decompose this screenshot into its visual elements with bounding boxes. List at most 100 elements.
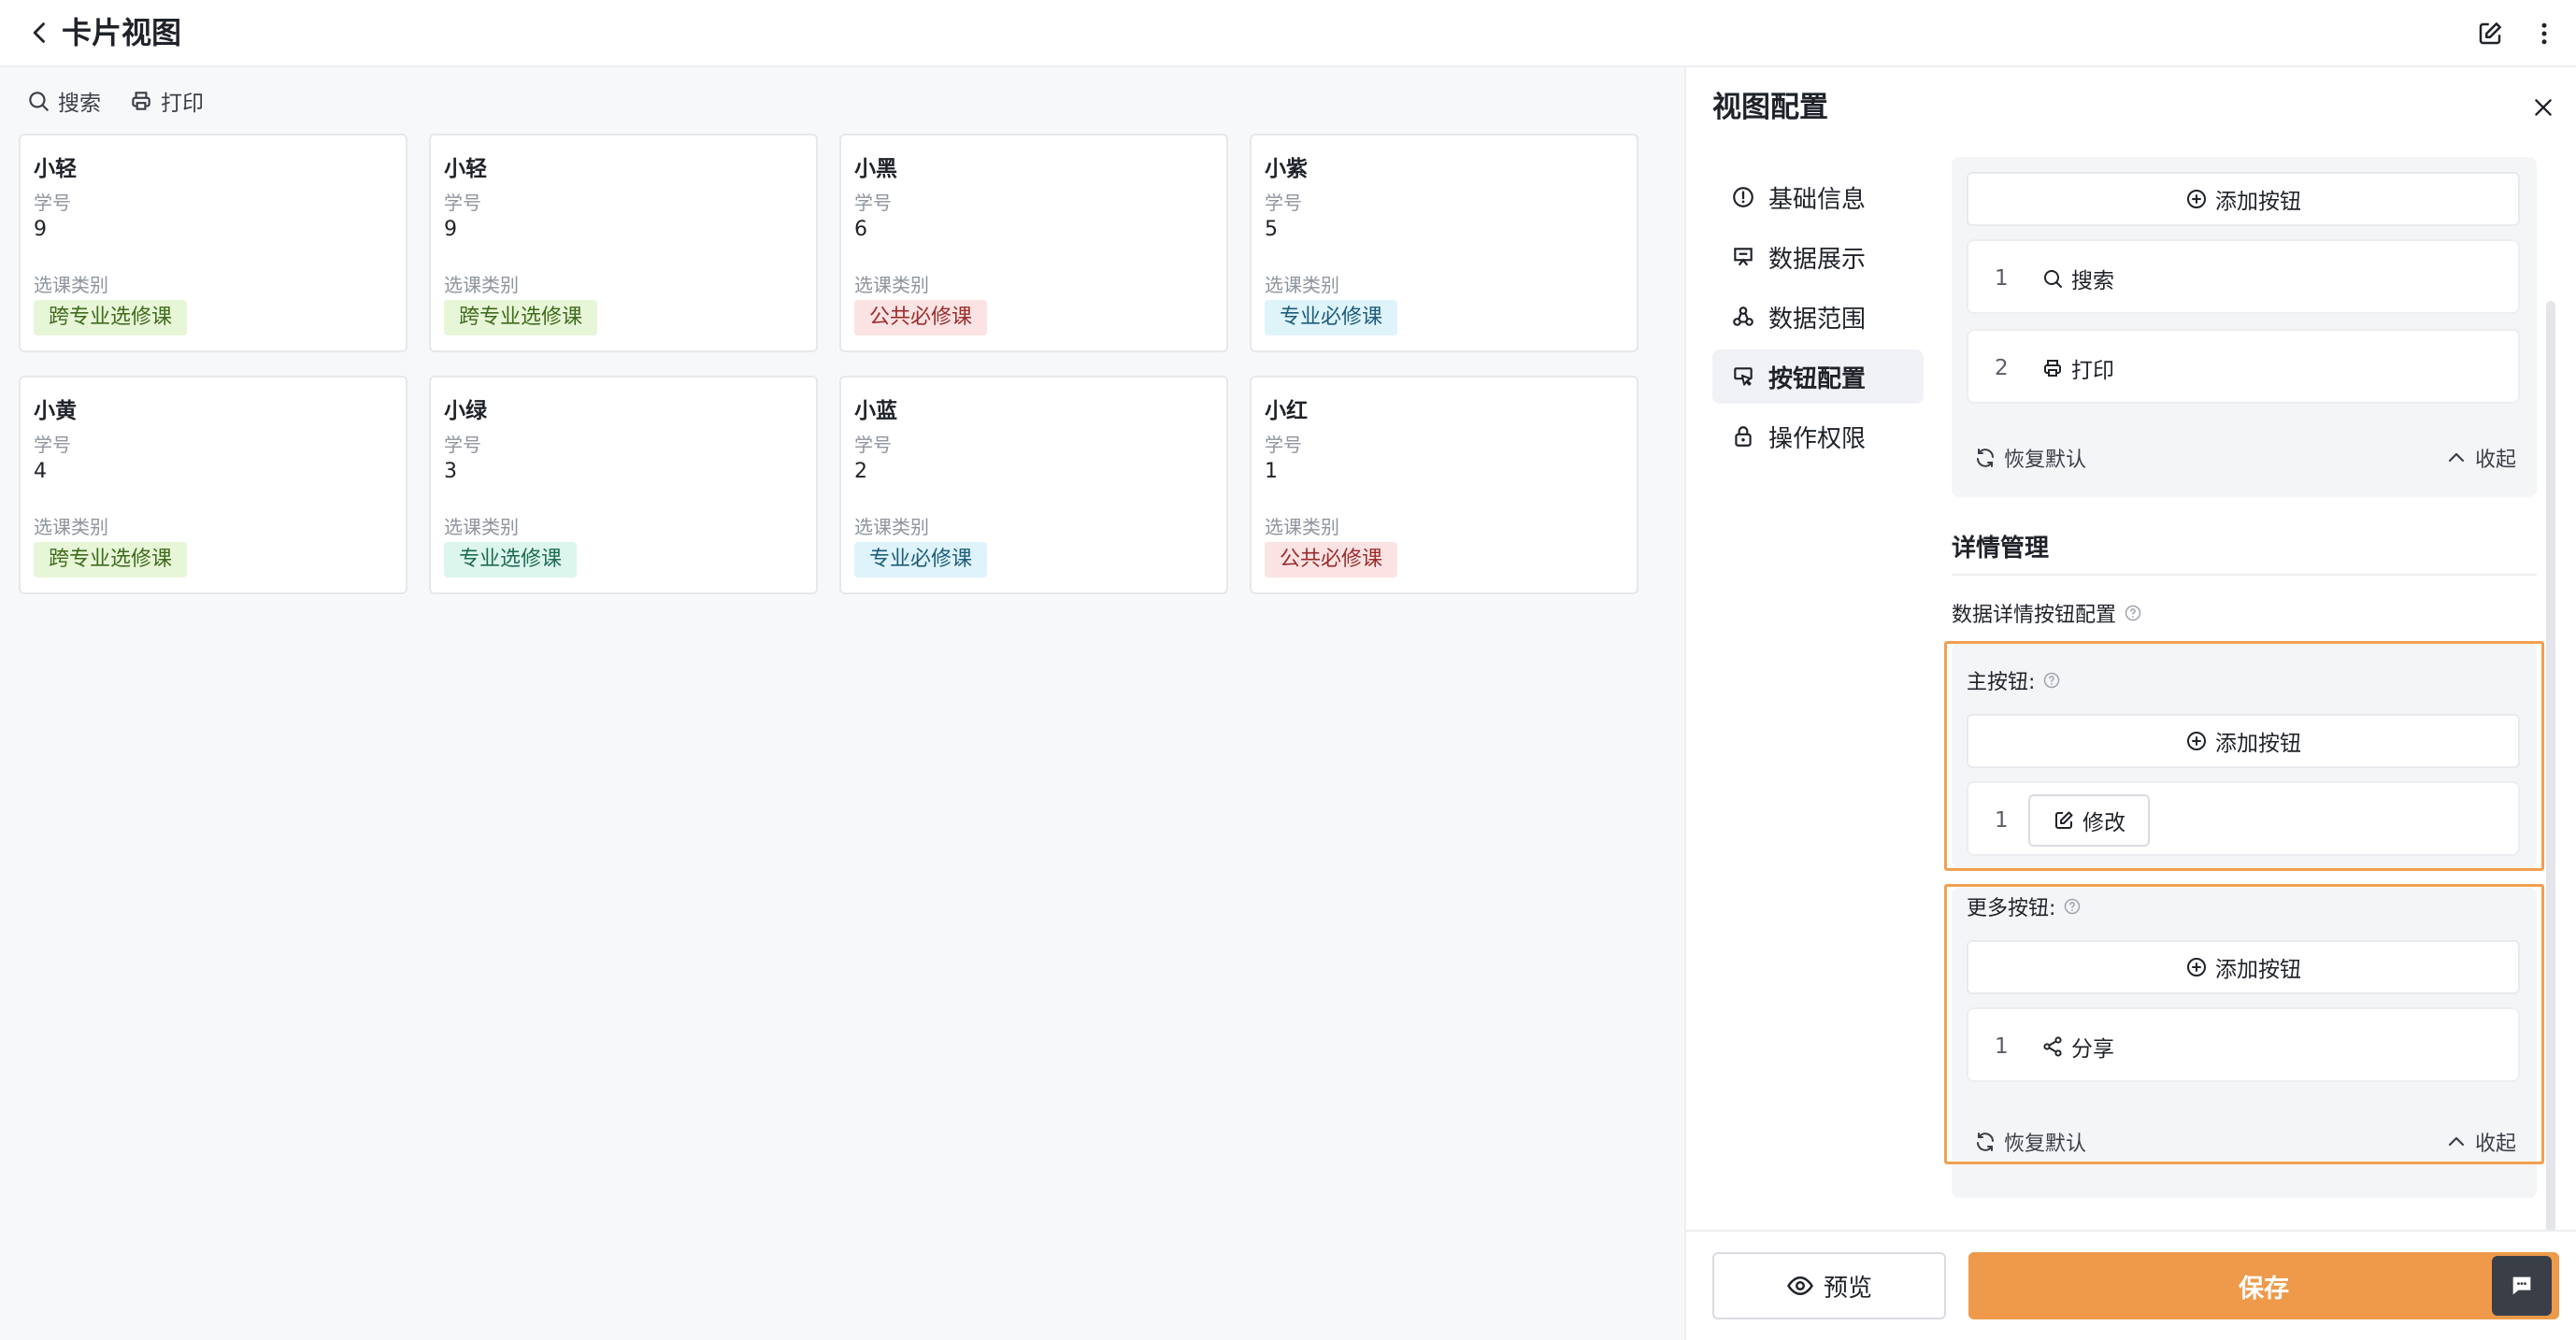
- add-main-button[interactable]: 添加按钮: [1967, 714, 2520, 768]
- course-type-tag: 专业必修课: [854, 542, 988, 577]
- record-card[interactable]: 小蓝 学号 2 选课类别 专业必修课: [839, 376, 1228, 594]
- course-type-tag: 跨专业选修课: [34, 300, 188, 335]
- info-icon: [1733, 187, 1753, 207]
- card-type-label: 选课类别: [854, 274, 929, 296]
- edit-icon[interactable]: [2471, 15, 2509, 52]
- main-button-row[interactable]: 1 修改: [1967, 781, 2520, 856]
- card-id-value: 3: [444, 460, 457, 483]
- print-button[interactable]: 打印: [129, 85, 204, 117]
- detail-section-title: 详情管理: [1952, 535, 2050, 563]
- restore-default-button[interactable]: 恢复默认: [1974, 443, 2086, 473]
- preview-label: 预览: [1823, 1274, 1872, 1303]
- chevron-up-icon: [2448, 452, 2465, 463]
- row-index: 2: [1995, 356, 2009, 380]
- row-label: 修改: [2082, 811, 2125, 835]
- record-card[interactable]: 小轻 学号 9 选课类别 跨专业选修课: [19, 134, 408, 352]
- record-card[interactable]: 小黄 学号 4 选课类别 跨专业选修课: [19, 376, 408, 594]
- page-title: 卡片视图: [62, 15, 182, 50]
- row-index: 1: [1995, 266, 2009, 291]
- collapse-label: 收起: [2475, 449, 2517, 472]
- card-name: 小蓝: [854, 399, 897, 423]
- add-button-label: 添加按钮: [2215, 190, 2301, 214]
- save-label: 保存: [2239, 1274, 2289, 1304]
- course-type-tag: 专业必修课: [1265, 300, 1398, 335]
- lock-icon: [1735, 426, 1752, 447]
- help-icon[interactable]: [2063, 897, 2082, 916]
- edit-icon: [2055, 811, 2073, 829]
- help-icon[interactable]: [2124, 604, 2142, 622]
- section-divider: [1952, 574, 2537, 576]
- card-type-label: 选课类别: [34, 516, 108, 538]
- plus-circle-icon: [2187, 732, 2206, 750]
- restore-default-button[interactable]: 恢复默认: [1974, 1127, 2086, 1157]
- nav-item-permissions[interactable]: 操作权限: [1712, 409, 1924, 463]
- card-name: 小黄: [34, 399, 77, 423]
- panel-scrollbar[interactable]: [2546, 301, 2555, 1273]
- more-vertical-icon[interactable]: [2526, 15, 2563, 52]
- card-name: 小红: [1265, 399, 1308, 423]
- card-name: 小轻: [34, 157, 77, 181]
- card-id-value: 6: [854, 218, 867, 241]
- close-icon[interactable]: [2526, 90, 2561, 125]
- course-type-tag: 公共必修课: [1265, 542, 1398, 577]
- nav-label: 数据范围: [1768, 305, 1867, 334]
- card-id-value: 9: [444, 218, 457, 241]
- plus-circle-icon: [2187, 190, 2206, 208]
- display-icon: [1734, 248, 1753, 266]
- add-more-button[interactable]: 添加按钮: [1967, 940, 2520, 994]
- help-icon[interactable]: [2042, 671, 2061, 690]
- button-row[interactable]: 2 打印: [1967, 329, 2520, 404]
- record-card[interactable]: 小紫 学号 5 选课类别 专业必修课: [1250, 134, 1639, 352]
- chevron-left-icon[interactable]: [26, 19, 54, 47]
- record-card[interactable]: 小红 学号 1 选课类别 公共必修课: [1250, 376, 1639, 594]
- collapse-button[interactable]: 收起: [2445, 443, 2516, 473]
- row-label: 分享: [2071, 1037, 2114, 1062]
- search-button[interactable]: 搜索: [26, 85, 101, 117]
- course-type-tag: 公共必修课: [854, 300, 988, 335]
- preview-button[interactable]: 预览: [1712, 1252, 1946, 1319]
- more-button-row[interactable]: 1 分享: [1967, 1007, 2520, 1082]
- card-id-value: 1: [1265, 460, 1278, 483]
- panel-footer: 预览 保存: [1686, 1230, 2576, 1340]
- card-id-label: 学号: [854, 434, 892, 456]
- record-card[interactable]: 小轻 学号 9 选课类别 跨专业选修课: [429, 134, 818, 352]
- detail-config-label: 数据详情按钮配置: [1952, 598, 2142, 628]
- row-index: 1: [1995, 1034, 2009, 1059]
- add-button[interactable]: 添加按钮: [1967, 172, 2520, 226]
- edit-button-pill[interactable]: 修改: [2028, 794, 2150, 847]
- card-id-value: 2: [854, 460, 867, 483]
- refresh-icon: [1977, 449, 1994, 467]
- nav-item-basic-info[interactable]: 基础信息: [1712, 170, 1924, 224]
- course-type-tag: 跨专业选修课: [444, 300, 598, 335]
- range-icon: [1733, 306, 1753, 326]
- card-id-label: 学号: [444, 192, 481, 214]
- row-label: 打印: [2071, 359, 2114, 383]
- eye-icon: [1787, 1276, 1813, 1296]
- save-button[interactable]: 保存: [1968, 1252, 2559, 1319]
- record-card[interactable]: 小绿 学号 3 选课类别 专业选修课: [429, 376, 818, 594]
- chevron-up-icon: [2448, 1136, 2465, 1147]
- button-row[interactable]: 1 搜索: [1967, 239, 2520, 314]
- button-config-icon: [1734, 367, 1753, 386]
- panel-title: 视图配置: [1712, 91, 1828, 124]
- top-header: 卡片视图: [0, 0, 2576, 67]
- config-content[interactable]: 添加按钮 1 搜索 2 打印 恢复默认 收起 详情管理 数据详情按钮配置 主按钮…: [1940, 157, 2565, 1290]
- nav-item-data-display[interactable]: 数据展示: [1712, 230, 1924, 284]
- record-card[interactable]: 小黑 学号 6 选课类别 公共必修课: [839, 134, 1228, 352]
- search-label: 搜索: [58, 92, 101, 116]
- collapse-button[interactable]: 收起: [2445, 1127, 2516, 1157]
- card-type-label: 选课类别: [1265, 516, 1339, 538]
- detail-config-text: 数据详情按钮配置: [1952, 604, 2117, 627]
- restore-label: 恢复默认: [2004, 1133, 2087, 1156]
- nav-label: 操作权限: [1768, 424, 1867, 453]
- nav-label: 按钮配置: [1768, 364, 1867, 393]
- card-name: 小轻: [444, 157, 487, 181]
- search-icon: [2044, 270, 2062, 288]
- printer-icon: [2044, 360, 2061, 377]
- nav-item-data-range[interactable]: 数据范围: [1712, 290, 1924, 344]
- nav-item-button-config[interactable]: 按钮配置: [1712, 349, 1924, 404]
- print-label: 打印: [161, 92, 204, 116]
- card-id-label: 学号: [1265, 192, 1302, 214]
- chat-button[interactable]: [2492, 1256, 2552, 1316]
- add-button-label: 添加按钮: [2215, 958, 2301, 982]
